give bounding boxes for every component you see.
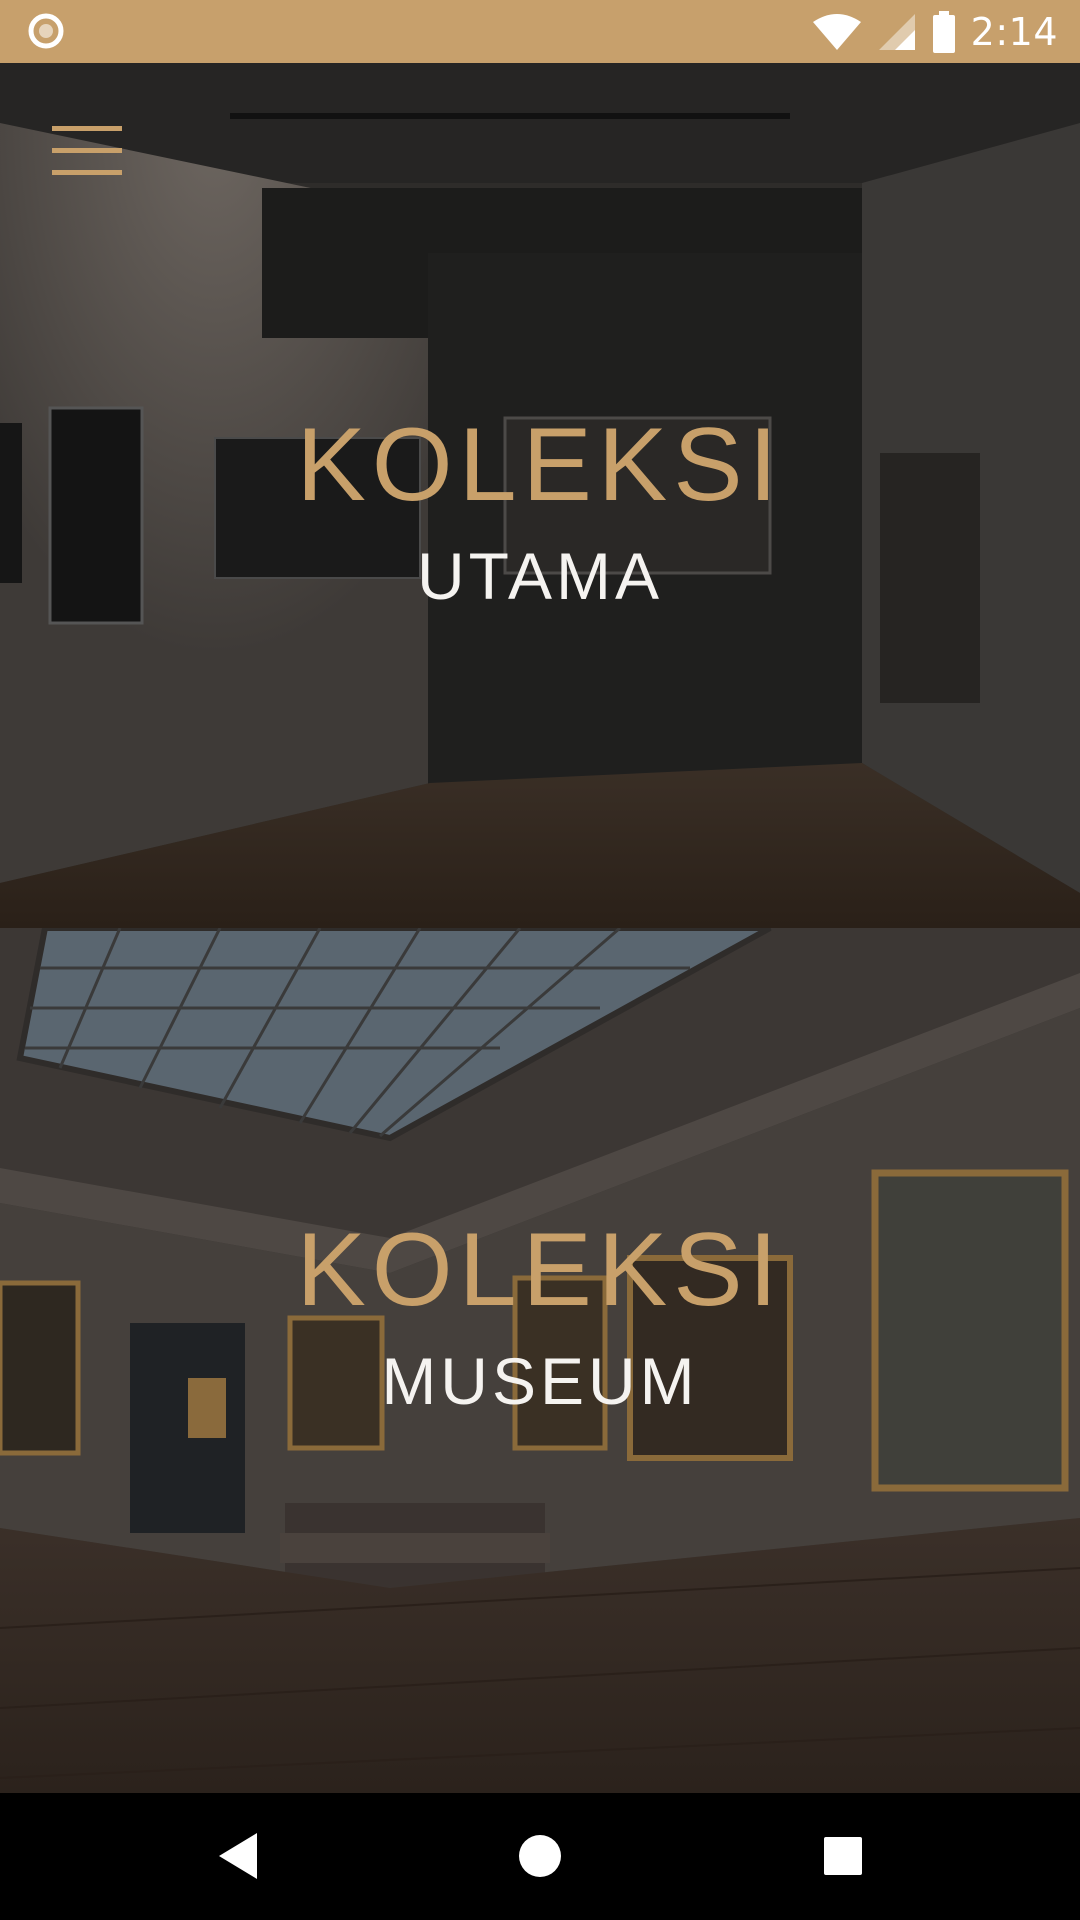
menu-line	[52, 148, 122, 153]
menu-line	[52, 170, 122, 175]
collection-subtitle: MUSEUM	[381, 1344, 699, 1418]
hamburger-menu-icon[interactable]	[52, 126, 124, 176]
collection-card-utama[interactable]: KOLEKSI UTAMA	[0, 63, 1080, 928]
record-icon	[28, 13, 64, 49]
recents-icon[interactable]	[810, 1823, 876, 1889]
wifi-icon	[812, 13, 861, 50]
signal-icon	[878, 13, 915, 50]
menu-line	[52, 126, 122, 131]
collection-subtitle: UTAMA	[416, 539, 664, 613]
status-bar: 2:14	[0, 0, 1080, 63]
navigation-bar	[0, 1793, 1080, 1920]
status-time: 2:14	[970, 9, 1058, 54]
battery-icon	[932, 10, 955, 53]
home-icon[interactable]	[507, 1823, 573, 1889]
collection-card-museum[interactable]: KOLEKSI MUSEUM	[0, 928, 1080, 1793]
collection-title-block-utama: KOLEKSI UTAMA	[0, 413, 1080, 609]
collection-title-block-museum: KOLEKSI MUSEUM	[0, 1218, 1080, 1414]
collection-title: KOLEKSI	[296, 407, 784, 523]
back-icon[interactable]	[205, 1823, 271, 1889]
collection-title: KOLEKSI	[296, 1212, 784, 1328]
